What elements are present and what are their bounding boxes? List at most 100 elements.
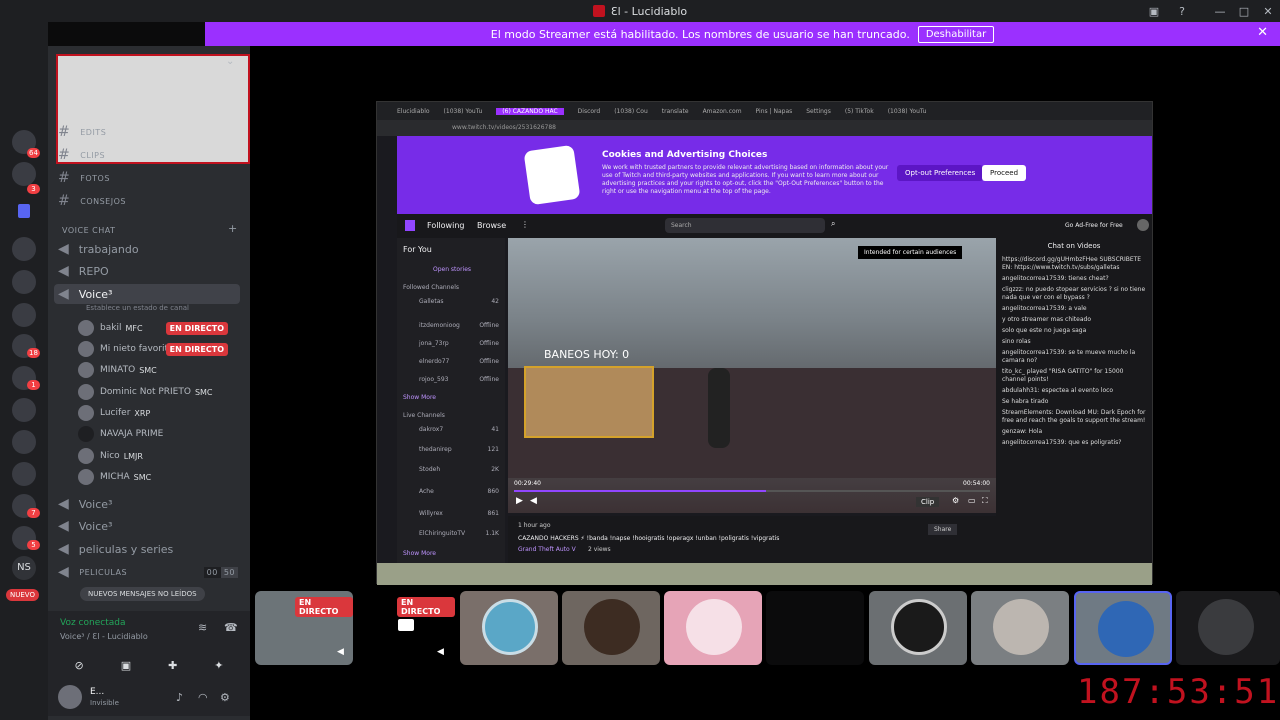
- browser-tab[interactable]: (5) TikTok: [845, 108, 874, 115]
- opt-out-button[interactable]: Opt-out Preferences: [897, 165, 984, 181]
- browser-tab[interactable]: Elucidiablo: [397, 108, 430, 115]
- twitch-logo-icon[interactable]: [405, 220, 415, 231]
- voice-user[interactable]: bakil MFC EN DIRECTO: [78, 318, 240, 338]
- browser-tab[interactable]: translate: [662, 108, 689, 115]
- channel-item[interactable]: elnerdo77 Offline: [419, 358, 499, 365]
- server-icon[interactable]: [12, 430, 36, 454]
- disconnect-icon[interactable]: ☎: [224, 621, 238, 634]
- maximize-button[interactable]: □: [1232, 0, 1256, 22]
- show-more-link[interactable]: Show More: [403, 394, 436, 401]
- voice-category[interactable]: VOICE CHAT: [62, 220, 116, 240]
- voice-channel-active[interactable]: ◀ Voice³: [54, 284, 240, 304]
- voice-channel[interactable]: ◀ Voice³: [58, 516, 112, 536]
- channel-item[interactable]: rojoo_593 Offline: [419, 376, 499, 383]
- audience-notice[interactable]: Intended for certain audiences: [858, 246, 963, 259]
- participant-tile-speaking[interactable]: [1074, 591, 1172, 665]
- browser-tab[interactable]: Amazon.com: [703, 108, 742, 115]
- server-icon[interactable]: [12, 398, 36, 422]
- microphone-icon[interactable]: ♪: [176, 691, 183, 704]
- nav-browse[interactable]: Browse: [477, 221, 506, 230]
- browser-tab[interactable]: Pins | Napas: [756, 108, 793, 115]
- voice-channel-trabajando[interactable]: ◀ trabajando: [58, 239, 139, 259]
- open-stories-link[interactable]: Open stories: [433, 266, 471, 273]
- soundboard-icon[interactable]: ✦: [214, 659, 223, 672]
- voice-channel-peliculas[interactable]: ◀ PELICULAS 00 50: [58, 562, 238, 582]
- voice-user[interactable]: Lucifer XRP: [78, 403, 150, 423]
- share-button[interactable]: Share: [928, 524, 958, 535]
- close-icon[interactable]: ✕: [1257, 25, 1268, 40]
- more-icon[interactable]: ⋮: [521, 220, 529, 229]
- seek-bar[interactable]: [514, 490, 990, 492]
- participant-tile[interactable]: [766, 591, 864, 665]
- browser-tab[interactable]: Discord: [578, 108, 601, 115]
- search-input[interactable]: Search: [665, 218, 825, 233]
- server-ns[interactable]: NS: [12, 556, 36, 580]
- channel-item[interactable]: Galletas 42: [419, 298, 499, 305]
- channel-item[interactable]: ElChiringuitoTV 1.1K: [419, 530, 499, 537]
- participant-tile[interactable]: [1176, 591, 1280, 665]
- participant-tile[interactable]: [869, 591, 967, 665]
- screen-share-icon[interactable]: ▣: [121, 659, 131, 672]
- channel-item[interactable]: jona_73rp Offline: [419, 340, 499, 347]
- disable-streamer-mode-button[interactable]: Deshabilitar: [917, 25, 995, 43]
- unread-messages-pill[interactable]: NUEVOS MENSAJES NO LEÍDOS: [80, 587, 205, 601]
- voice-channel[interactable]: ◀ peliculas y series: [58, 539, 173, 559]
- voice-channel[interactable]: ◀ Voice³: [58, 494, 112, 514]
- participant-tile-stream[interactable]: EN DIRECTO ◀: [255, 591, 353, 665]
- voice-user[interactable]: Dominic Not PRIETO SMC: [78, 382, 213, 402]
- video-player[interactable]: BANEOS HOY: 0 Intended for certain audie…: [508, 238, 996, 513]
- channel-item[interactable]: Willyrex 861: [419, 510, 499, 517]
- headphones-icon[interactable]: ◠: [198, 691, 208, 704]
- proceed-button[interactable]: Proceed: [982, 165, 1027, 181]
- minimize-button[interactable]: —: [1208, 0, 1232, 22]
- settings-icon[interactable]: ⚙: [952, 496, 959, 505]
- server-icon[interactable]: [12, 303, 36, 327]
- voice-user[interactable]: Nico LMJR: [78, 446, 143, 466]
- camera-off-icon[interactable]: ⊘: [74, 659, 83, 672]
- screen-share-stream[interactable]: Elucidiablo (1038) YouTu (6) CAZANDO HAC…: [376, 101, 1153, 585]
- browser-tab[interactable]: (1038) YouTu: [888, 108, 927, 115]
- participant-tile-stream[interactable]: EN DIRECTO ◀: [357, 591, 455, 665]
- clip-button[interactable]: Clip: [916, 497, 940, 507]
- avatar[interactable]: [1137, 219, 1149, 231]
- fullscreen-icon[interactable]: ⛶: [982, 496, 988, 506]
- activities-icon[interactable]: ✚: [168, 659, 177, 672]
- help-icon[interactable]: ?: [1170, 0, 1194, 22]
- voice-channel-repo[interactable]: ◀ REPO: [58, 261, 109, 281]
- close-window-button[interactable]: ✕: [1256, 0, 1280, 22]
- noise-suppression-icon[interactable]: ≋: [198, 621, 207, 634]
- channel-clips[interactable]: # CLIPS: [58, 145, 105, 165]
- channel-consejos[interactable]: # CONSEJOS: [58, 191, 126, 211]
- avatar[interactable]: [58, 685, 82, 709]
- channel-item[interactable]: Stodeh 2K: [419, 466, 499, 473]
- chevron-down-icon[interactable]: ⌄: [226, 56, 234, 67]
- voice-channel-name[interactable]: Voice³ / Ɛl - Lucidiablo: [60, 632, 148, 641]
- search-icon[interactable]: ⌕: [831, 219, 835, 229]
- voice-user[interactable]: Mi nieto favorito EN DIRECTO: [78, 339, 240, 359]
- participant-tile[interactable]: [562, 591, 660, 665]
- nav-following[interactable]: Following: [427, 221, 464, 230]
- browser-tab[interactable]: (1038) YouTu: [444, 108, 483, 115]
- volume-icon[interactable]: ◀: [530, 496, 537, 506]
- play-icon[interactable]: ▶: [516, 496, 523, 506]
- channel-item[interactable]: dakrox7 41: [419, 426, 499, 433]
- voice-user[interactable]: NAVAJA PRIME: [78, 424, 163, 444]
- participant-tile[interactable]: [460, 591, 558, 665]
- inbox-icon[interactable]: ▣: [1142, 0, 1166, 22]
- ad-free-link[interactable]: Go Ad-Free for Free: [1065, 222, 1123, 229]
- channel-status[interactable]: Establece un estado de canal: [86, 304, 189, 312]
- settings-gear-icon[interactable]: ⚙: [220, 691, 230, 704]
- add-channel-icon[interactable]: +: [228, 222, 237, 235]
- channel-fotos[interactable]: # FOTOS: [58, 168, 110, 188]
- server-icon[interactable]: [12, 162, 36, 186]
- voice-user[interactable]: MICHA SMC: [78, 467, 151, 487]
- channel-item[interactable]: thedanirep 121: [419, 446, 499, 453]
- browser-tab[interactable]: Settings: [806, 108, 831, 115]
- server-icon[interactable]: [12, 462, 36, 486]
- browser-tab-active[interactable]: (6) CAZANDO HAC: [496, 107, 564, 115]
- server-icon[interactable]: [12, 270, 36, 294]
- url-bar[interactable]: www.twitch.tv/videos/2531626788: [377, 120, 1152, 136]
- browser-tab[interactable]: (1038) Cou: [614, 108, 648, 115]
- show-more-link[interactable]: Show More: [403, 550, 436, 557]
- participant-tile[interactable]: [971, 591, 1069, 665]
